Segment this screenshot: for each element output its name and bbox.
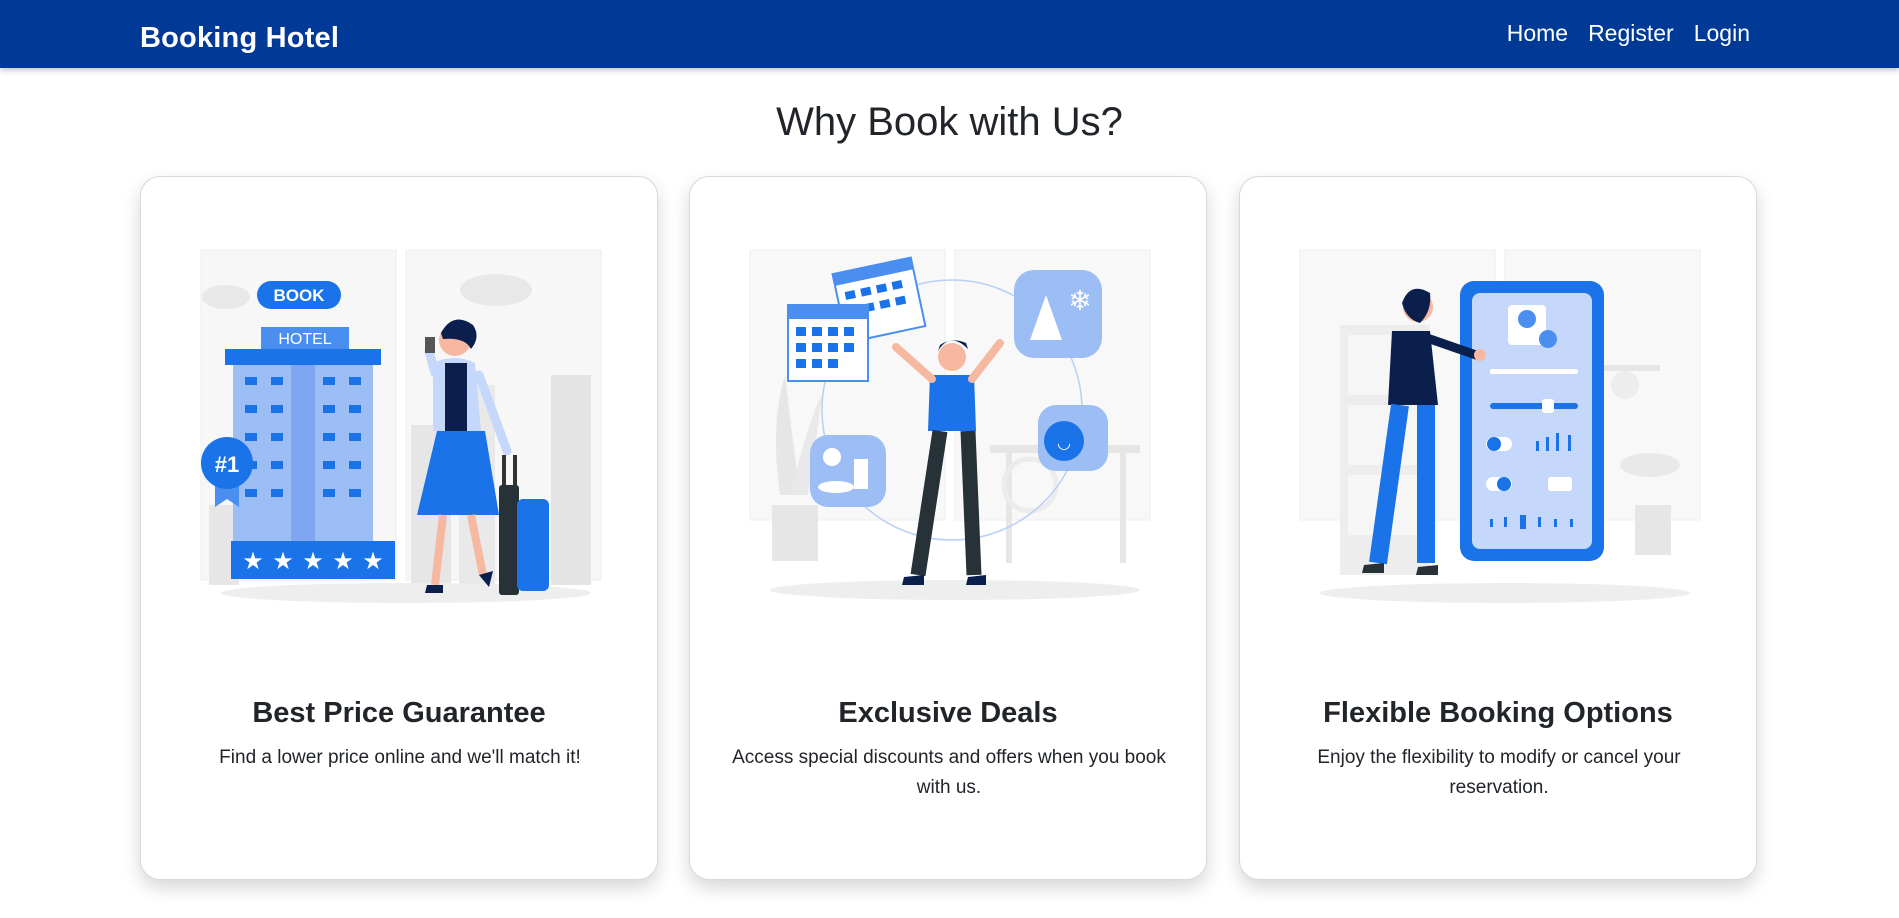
nav-link-login[interactable]: Login [1694,20,1750,47]
nav-link-home[interactable]: Home [1507,20,1568,47]
card-title: Exclusive Deals [838,697,1058,729]
svg-text:★: ★ [302,547,324,575]
card-description: Access special discounts and offers when… [732,747,1166,798]
svg-text:HOTEL: HOTEL [278,331,331,348]
feature-card-exclusive-deals: ❄ ◡ Exclusive Deals Access special disco… [689,176,1207,880]
section-title: Why Book with Us? [776,100,1123,144]
nav-link-register[interactable]: Register [1588,20,1674,47]
svg-text:❄: ❄ [1068,284,1091,317]
card-description: Enjoy the flexibility to modify or cance… [1317,747,1681,798]
svg-text:★: ★ [332,547,354,575]
svg-text:★: ★ [272,547,294,575]
nav-links: Home Register Login [1507,20,1750,47]
card-title: Best Price Guarantee [252,697,546,729]
card-title: Flexible Booking Options [1323,697,1673,729]
navbar: Booking Hotel Home Register Login [0,0,1899,68]
flexible-booking-illustration [1299,249,1701,603]
svg-text:#1: #1 [215,452,239,477]
feature-card-flexible-booking: Flexible Booking Options Enjoy the flexi… [1239,176,1757,880]
card-description: Find a lower price online and we'll matc… [219,747,581,768]
hotel-booking-illustration: BOOK HOTEL ★ ★ ★ ★ ★ #1 [200,249,602,603]
svg-text:★: ★ [242,547,264,575]
svg-text:BOOK: BOOK [274,286,326,305]
svg-text:★: ★ [362,547,384,575]
feature-card-best-price: BOOK HOTEL ★ ★ ★ ★ ★ #1 Best Price Guara… [140,176,658,880]
brand-logo[interactable]: Booking Hotel [140,22,339,55]
exclusive-deals-illustration: ❄ ◡ [749,249,1151,600]
svg-text:◡: ◡ [1057,433,1071,452]
